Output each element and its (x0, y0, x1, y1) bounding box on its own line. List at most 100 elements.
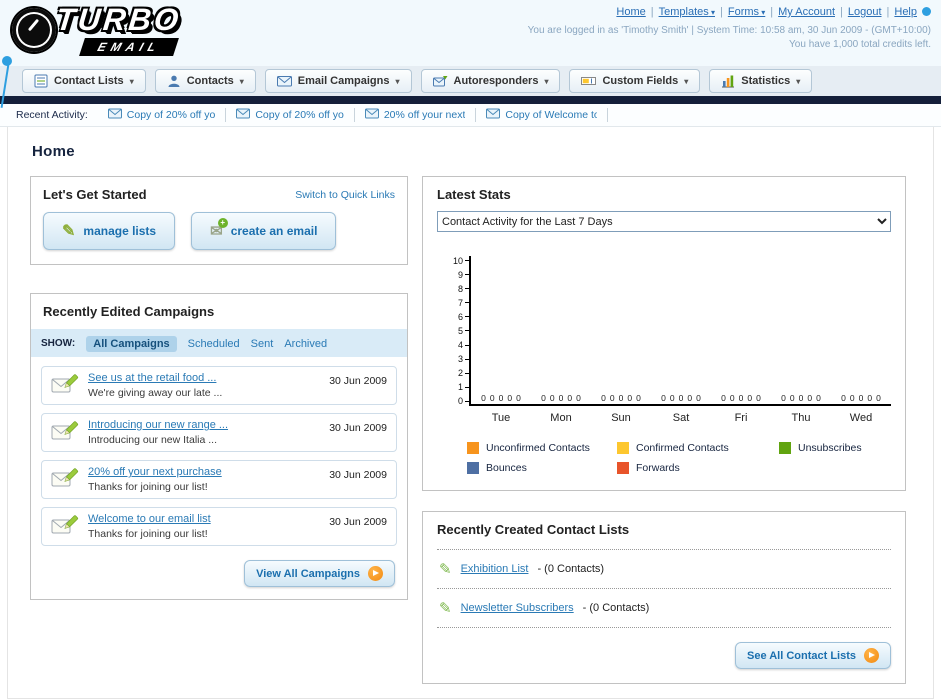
statistics-icon (721, 74, 735, 88)
legend-item-unsubscribes: Unsubscribes (779, 442, 891, 454)
campaign-date: 30 Jun 2009 (329, 375, 387, 387)
campaign-row: 20% off your next purchase Thanks for joi… (41, 460, 397, 499)
top-link-forms[interactable]: Forms ▾ (728, 6, 765, 18)
contact-list-item: ✎ Newsletter Subscribers - (0 Contacts) (437, 589, 891, 628)
campaign-list: See us at the retail food ... We're givin… (31, 357, 407, 556)
top-link-help[interactable]: Help (894, 6, 917, 18)
show-tab-archived[interactable]: Archived (284, 338, 327, 350)
contacts-icon (167, 74, 181, 88)
campaign-title-link[interactable]: Introducing our new range ... (88, 419, 320, 431)
tab-custom-fields[interactable]: Custom Fields ▾ (569, 69, 701, 93)
envelope-plus-icon: ✉ + (210, 218, 228, 240)
x-tick-label: Tue (491, 412, 511, 424)
top-link-logout[interactable]: Logout (848, 6, 882, 18)
top-link-home[interactable]: Home (616, 6, 645, 18)
recent-activity-link[interactable]: Copy of 20% off yo (127, 109, 216, 121)
chart-group: 00000 (651, 256, 711, 404)
x-tick-label: Thu (791, 412, 811, 424)
tab-contacts[interactable]: Contacts ▾ (154, 69, 256, 93)
switch-to-quick-links-link[interactable]: Switch to Quick Links (295, 189, 395, 201)
contact-lists: ✎ Exhibition List - (0 Contacts) ✎ Newslett… (437, 549, 891, 628)
contact-list-item: ✎ Exhibition List - (0 Contacts) (437, 550, 891, 589)
chart-plot-area: 00000 00000 00000 00000 00000 00000 00000 (469, 256, 891, 406)
x-tick-label: Wed (849, 412, 873, 424)
y-tick: 10 (453, 256, 469, 266)
see-all-contact-lists-button[interactable]: See All Contact Lists (734, 642, 891, 669)
legend-swatch (779, 442, 791, 454)
recent-activity-link[interactable]: Copy of 20% off yo (255, 109, 344, 121)
custom-fields-icon (581, 75, 597, 87)
campaign-subtitle: Thanks for joining our list! (88, 528, 208, 540)
turbo-email-logo[interactable]: TURBO EMAIL (10, 2, 290, 62)
data-labels: 00000 (601, 393, 641, 403)
top-header: TURBO EMAIL Home | Templates ▾ | Forms ▾ | My … (0, 0, 941, 66)
main-nav-tabbar: Contact Lists ▾ Contacts ▾ Email Campaigns ▾ A… (0, 66, 941, 96)
recent-activity-label: Recent Activity: (16, 109, 88, 121)
latest-stats-title: Latest Stats (437, 187, 511, 202)
contact-list-link[interactable]: Newsletter Subscribers (461, 602, 574, 614)
recent-activity-item[interactable]: Copy of 20% off yo (226, 108, 355, 122)
manage-lists-button[interactable]: ✎ manage lists (43, 212, 176, 250)
envelope-pencil-icon (51, 373, 79, 399)
stats-activity-select[interactable]: Contact Activity for the Last 7 Days (437, 211, 891, 232)
recently-created-contact-lists-panel: Recently Created Contact Lists ✎ Exhibiti… (422, 511, 906, 684)
y-tick: 8 (458, 284, 469, 294)
chart-y-axis: 10 9 8 7 6 5 4 3 2 1 0 (443, 256, 469, 406)
campaign-row: Introducing our new range ... Introducing… (41, 413, 397, 452)
legend-swatch (617, 462, 629, 474)
recent-activity-link[interactable]: 20% off your next (384, 109, 466, 121)
contact-list-link[interactable]: Exhibition List (461, 563, 529, 575)
envelope-icon (236, 108, 251, 122)
tab-autoresponders[interactable]: Autoresponders ▾ (420, 69, 561, 93)
chart-group: 00000 (771, 256, 831, 404)
latest-stats-panel: Latest Stats Contact Activity for the La… (422, 176, 906, 491)
campaign-title-link[interactable]: See us at the retail food ... (88, 372, 320, 384)
campaign-title-link[interactable]: 20% off your next purchase (88, 466, 320, 478)
show-tab-all-campaigns[interactable]: All Campaigns (86, 336, 177, 352)
top-link-my-account[interactable]: My Account (778, 6, 835, 18)
show-label: SHOW: (41, 337, 76, 349)
recent-activity-link[interactable]: Copy of Welcome to (505, 109, 597, 121)
get-started-title: Let's Get Started (43, 187, 147, 202)
y-tick: 9 (458, 270, 469, 280)
tab-contact-lists[interactable]: Contact Lists ▾ (22, 69, 146, 93)
campaigns-panel-title: Recently Edited Campaigns (43, 304, 215, 319)
campaign-text: Welcome to our email list Thanks for join… (88, 513, 320, 540)
view-all-campaigns-button[interactable]: View All Campaigns (244, 560, 395, 587)
recent-activity-item[interactable]: 20% off your next (355, 108, 477, 122)
campaign-title-link[interactable]: Welcome to our email list (88, 513, 320, 525)
speedometer-icon (12, 8, 56, 52)
campaign-text: 20% off your next purchase Thanks for joi… (88, 466, 320, 493)
see-all-contact-lists-label: See All Contact Lists (746, 649, 856, 662)
left-column: Let's Get Started Switch to Quick Links … (30, 176, 408, 600)
tab-statistics[interactable]: Statistics ▾ (709, 69, 813, 93)
data-labels: 00000 (541, 393, 581, 403)
create-email-label: create an email (230, 224, 318, 238)
data-labels: 00000 (841, 393, 881, 403)
page-title: Home (32, 143, 75, 160)
lets-get-started-panel: Let's Get Started Switch to Quick Links … (30, 176, 408, 265)
top-nav-links: Home | Templates ▾ | Forms ▾ | My Account | Logo… (528, 6, 931, 18)
show-tab-sent[interactable]: Sent (251, 338, 274, 350)
top-link-templates[interactable]: Templates ▾ (659, 6, 715, 18)
envelope-icon (364, 108, 379, 122)
data-labels: 00000 (481, 393, 521, 403)
recent-activity-item[interactable]: Copy of 20% off yo (98, 108, 227, 122)
campaign-date: 30 Jun 2009 (329, 469, 387, 481)
arrow-circle-icon (368, 566, 383, 581)
y-tick: 1 (458, 382, 469, 392)
campaign-subtitle: Introducing our new Italia ... (88, 434, 217, 446)
tab-email-campaigns[interactable]: Email Campaigns ▾ (264, 69, 412, 93)
campaign-text: See us at the retail food ... We're givin… (88, 372, 320, 399)
data-labels: 00000 (661, 393, 701, 403)
campaigns-filter-strip: SHOW: All Campaigns Scheduled Sent Archived (31, 329, 407, 357)
show-tab-scheduled[interactable]: Scheduled (188, 338, 240, 350)
contact-activity-chart: 10 9 8 7 6 5 4 3 2 1 0 000000000000000000000000000… (437, 256, 891, 424)
campaign-subtitle: Thanks for joining our list! (88, 481, 208, 493)
contact-lists-panel-title: Recently Created Contact Lists (437, 522, 630, 537)
recent-activity-item[interactable]: Copy of Welcome to (476, 108, 609, 122)
recent-activity-strip: Recent Activity: Copy of 20% off yo Copy … (0, 104, 941, 127)
credits-text: You have 1,000 total credits left. (789, 39, 931, 50)
blue-dot-icon (922, 7, 931, 16)
create-an-email-button[interactable]: ✉ + create an email (191, 212, 337, 250)
